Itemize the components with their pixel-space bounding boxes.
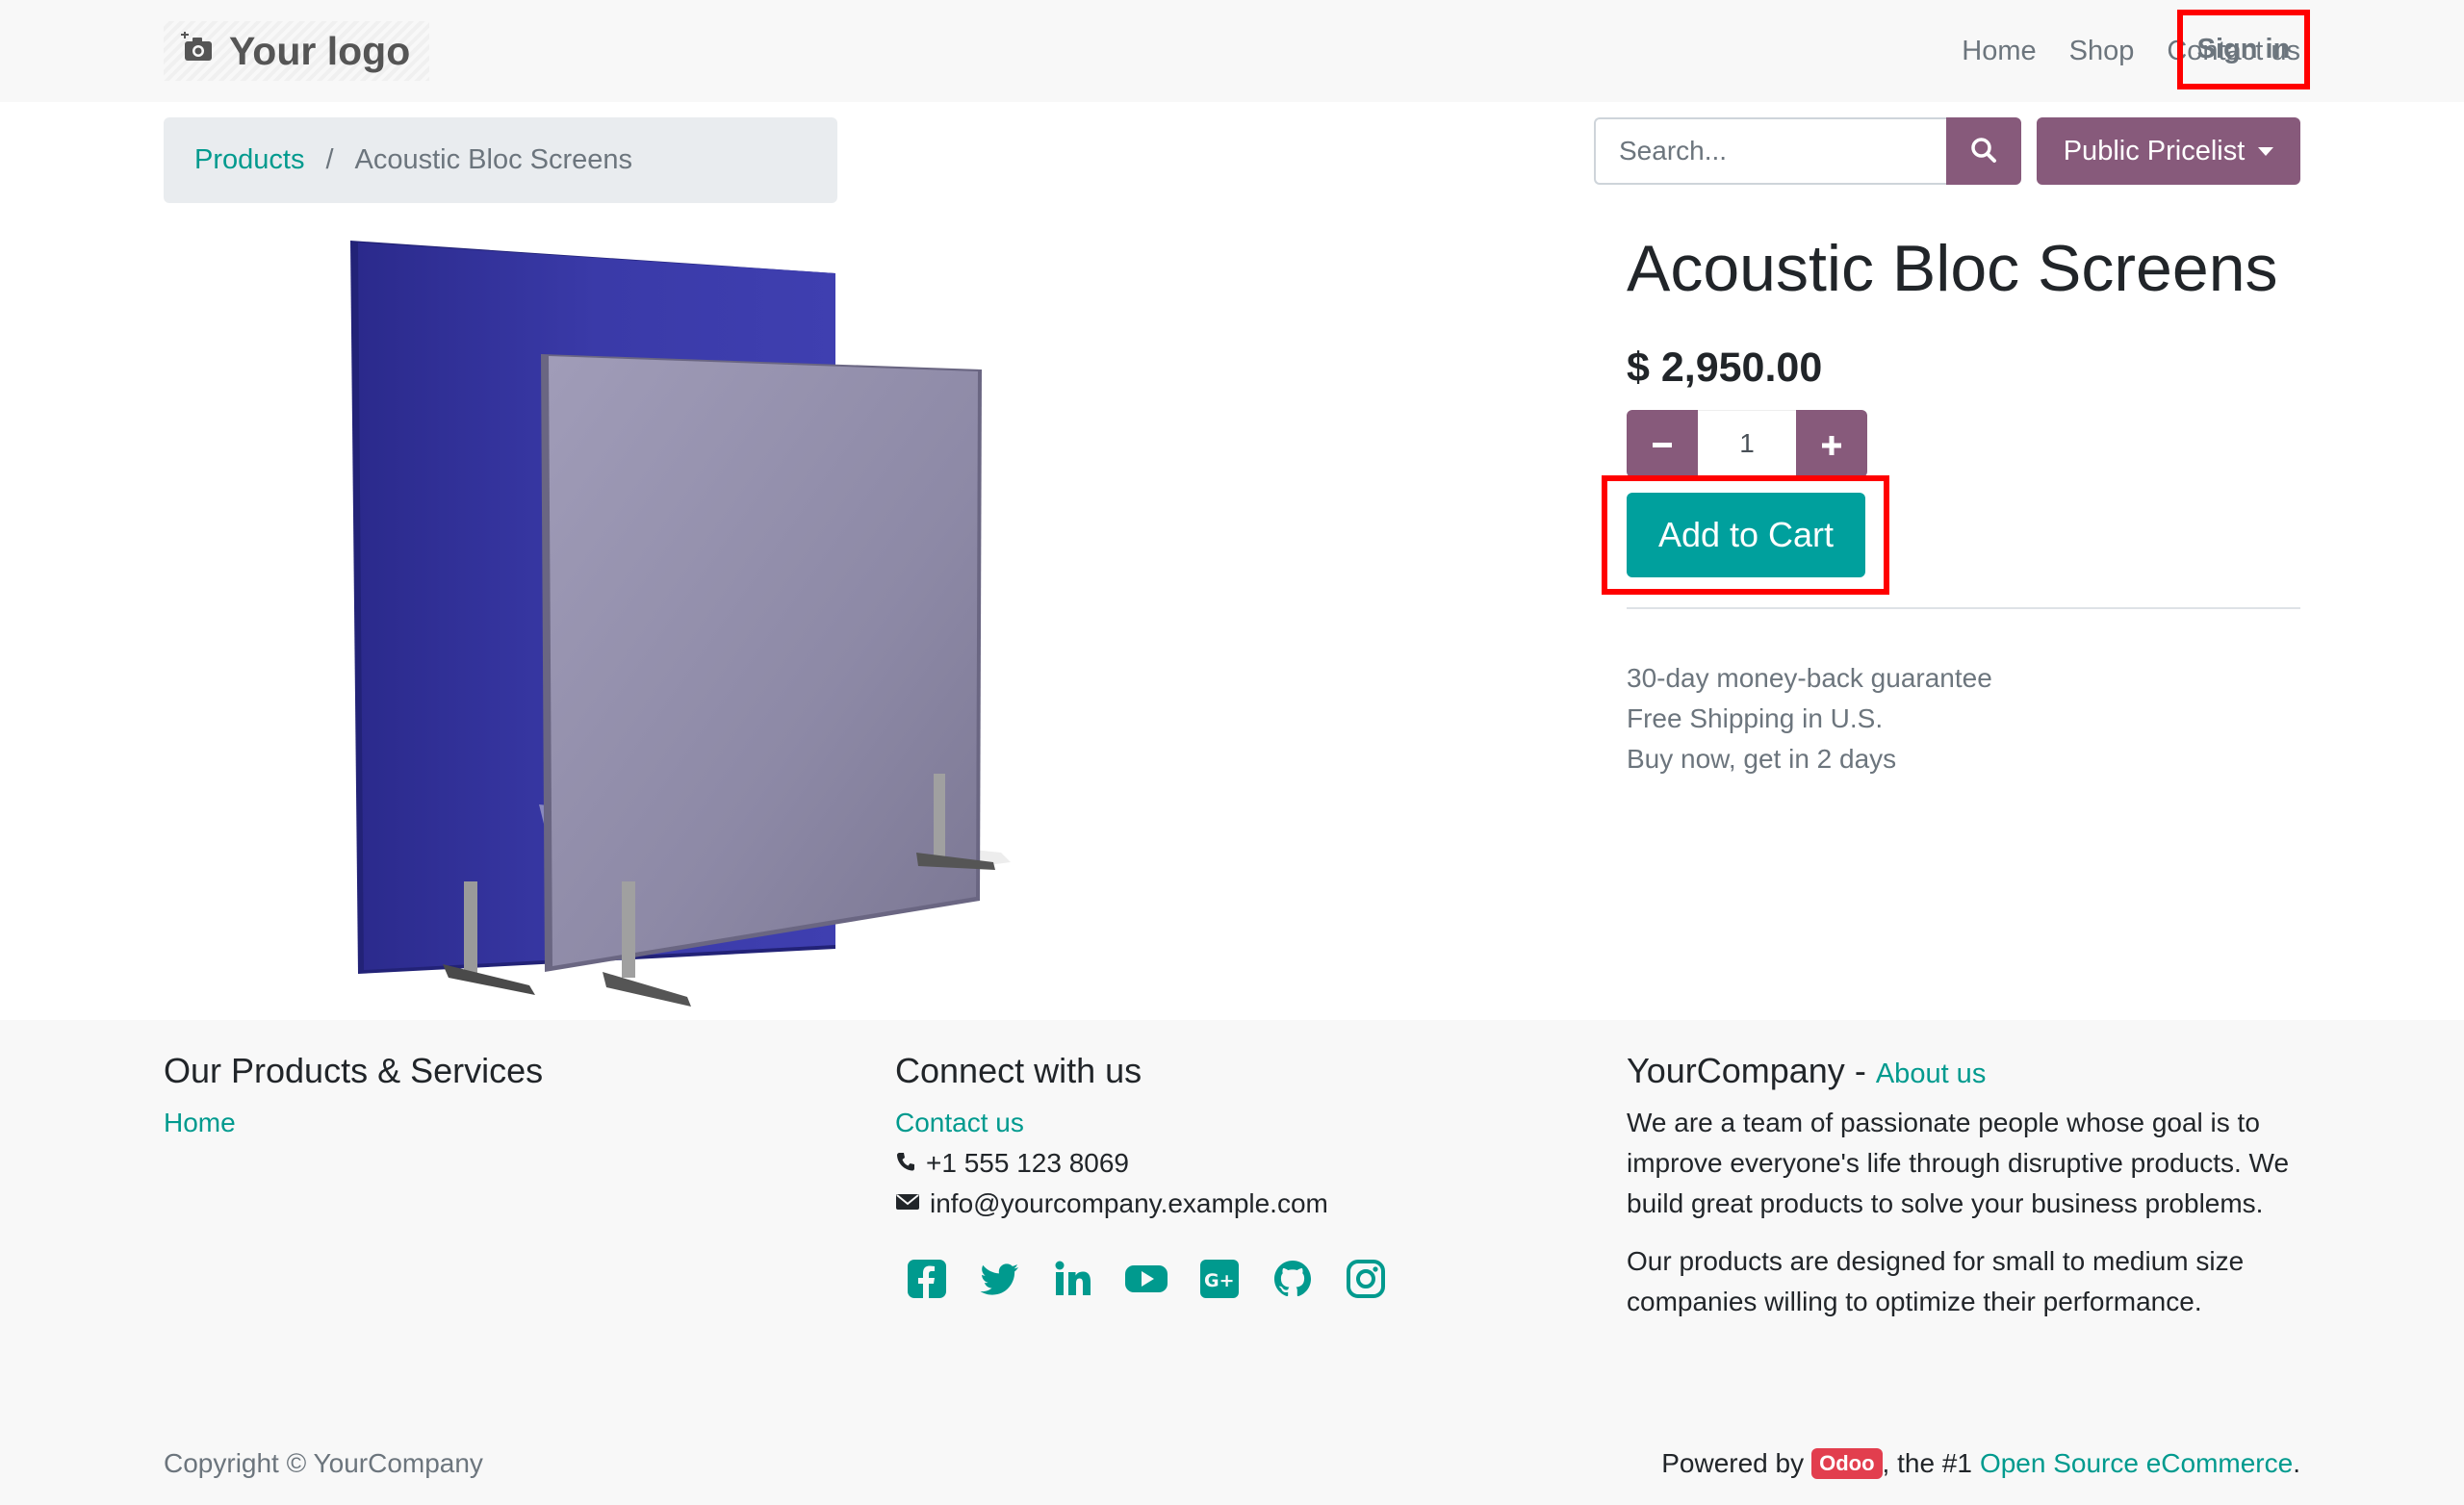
powered-prefix: Powered by (1661, 1448, 1805, 1478)
chevron-down-icon (2258, 146, 2274, 156)
footer-email: info@yourcompany.example.com (930, 1188, 1328, 1218)
footer-company-heading: YourCompany - About us (1627, 1051, 2300, 1091)
footer-company-name: YourCompany (1627, 1051, 1845, 1090)
youtube-icon[interactable] (1124, 1257, 1168, 1301)
footer: Our Products & Services Home Connect wit… (0, 1020, 2464, 1505)
powered-by: Powered by Odoo, the #1 Open Source eCom… (1661, 1448, 2300, 1479)
footer-about-link[interactable]: About us (1876, 1059, 1986, 1089)
copyright: Copyright © YourCompany (164, 1448, 483, 1478)
footer-home-link[interactable]: Home (164, 1103, 236, 1143)
product-title: Acoustic Bloc Screens (1627, 232, 2278, 305)
quantity-stepper (1627, 410, 1867, 477)
footer-contact-link[interactable]: Contact us (895, 1103, 1024, 1143)
add-to-cart-button[interactable]: Add to Cart (1627, 493, 1865, 577)
linkedin-icon[interactable] (1051, 1257, 1095, 1301)
nav-shop[interactable]: Shop (2069, 36, 2135, 67)
footer-company-description: We are a team of passionate people whose… (1627, 1108, 2290, 1218)
breadcrumb-products-link[interactable]: Products (194, 144, 304, 176)
top-navbar: Your logo Home Shop Contact us Sign in (0, 0, 2464, 102)
breadcrumb-separator: / (325, 144, 334, 175)
sign-in-link[interactable]: Sign in (2197, 34, 2291, 65)
decrease-quantity-button[interactable] (1627, 410, 1698, 477)
search-icon (1969, 136, 1998, 167)
phone-icon (895, 1143, 916, 1184)
search-button[interactable] (1946, 117, 2021, 185)
product-price: $ 2,950.00 (1627, 344, 1823, 391)
github-icon[interactable] (1270, 1257, 1315, 1301)
envelope-icon (895, 1184, 920, 1224)
footer-connect-column: Connect with us Contact us +1 555 123 80… (895, 1051, 1388, 1301)
perk-guarantee: 30-day money-back guarantee (1627, 663, 1992, 693)
pricelist-dropdown[interactable]: Public Pricelist (2037, 117, 2300, 185)
footer-company-dash: - (1854, 1051, 1866, 1090)
breadcrumb-current: Acoustic Bloc Screens (354, 144, 633, 175)
quantity-input[interactable] (1698, 410, 1796, 477)
perk-shipping: Free Shipping in U.S. (1627, 703, 1884, 733)
google-plus-icon[interactable]: G+ (1197, 1257, 1242, 1301)
product-image (318, 227, 1030, 1007)
logo[interactable]: Your logo (164, 21, 429, 81)
footer-company-target: Our products are designed for small to m… (1627, 1246, 2245, 1316)
search-input[interactable] (1594, 117, 1946, 185)
social-links: G+ (905, 1257, 1388, 1301)
breadcrumb: Products / Acoustic Bloc Screens (164, 117, 837, 203)
powered-suffix: . (2293, 1448, 2300, 1478)
facebook-icon[interactable] (905, 1257, 949, 1301)
svg-text:G+: G+ (1204, 1270, 1235, 1291)
footer-connect-title: Connect with us (895, 1051, 1142, 1090)
logo-text: Your logo (229, 28, 411, 73)
open-source-ecommerce-link[interactable]: Open Source eCommerce (1980, 1448, 2293, 1479)
camera-icon (181, 30, 216, 71)
pricelist-label: Public Pricelist (2063, 135, 2246, 166)
footer-products-title: Our Products & Services (164, 1051, 544, 1090)
footer-company-column: YourCompany - About us We are a team of … (1627, 1051, 2300, 1322)
footer-products-column: Our Products & Services Home (164, 1051, 543, 1143)
sign-in-highlight: Sign in (2177, 10, 2310, 89)
plus-icon (1821, 422, 1842, 465)
increase-quantity-button[interactable] (1796, 410, 1867, 477)
odoo-badge[interactable]: Odoo (1811, 1448, 1883, 1479)
instagram-icon[interactable] (1344, 1257, 1388, 1301)
powered-middle: , the #1 (1882, 1448, 1972, 1478)
minus-icon (1652, 422, 1673, 465)
divider (1627, 607, 2300, 609)
product-perks: 30-day money-back guarantee Free Shippin… (1627, 658, 1992, 779)
nav-home[interactable]: Home (1962, 36, 2036, 67)
footer-phone: +1 555 123 8069 (926, 1148, 1129, 1178)
twitter-icon[interactable] (978, 1257, 1022, 1301)
search-group (1594, 117, 2021, 185)
perk-delivery: Buy now, get in 2 days (1627, 744, 1897, 774)
